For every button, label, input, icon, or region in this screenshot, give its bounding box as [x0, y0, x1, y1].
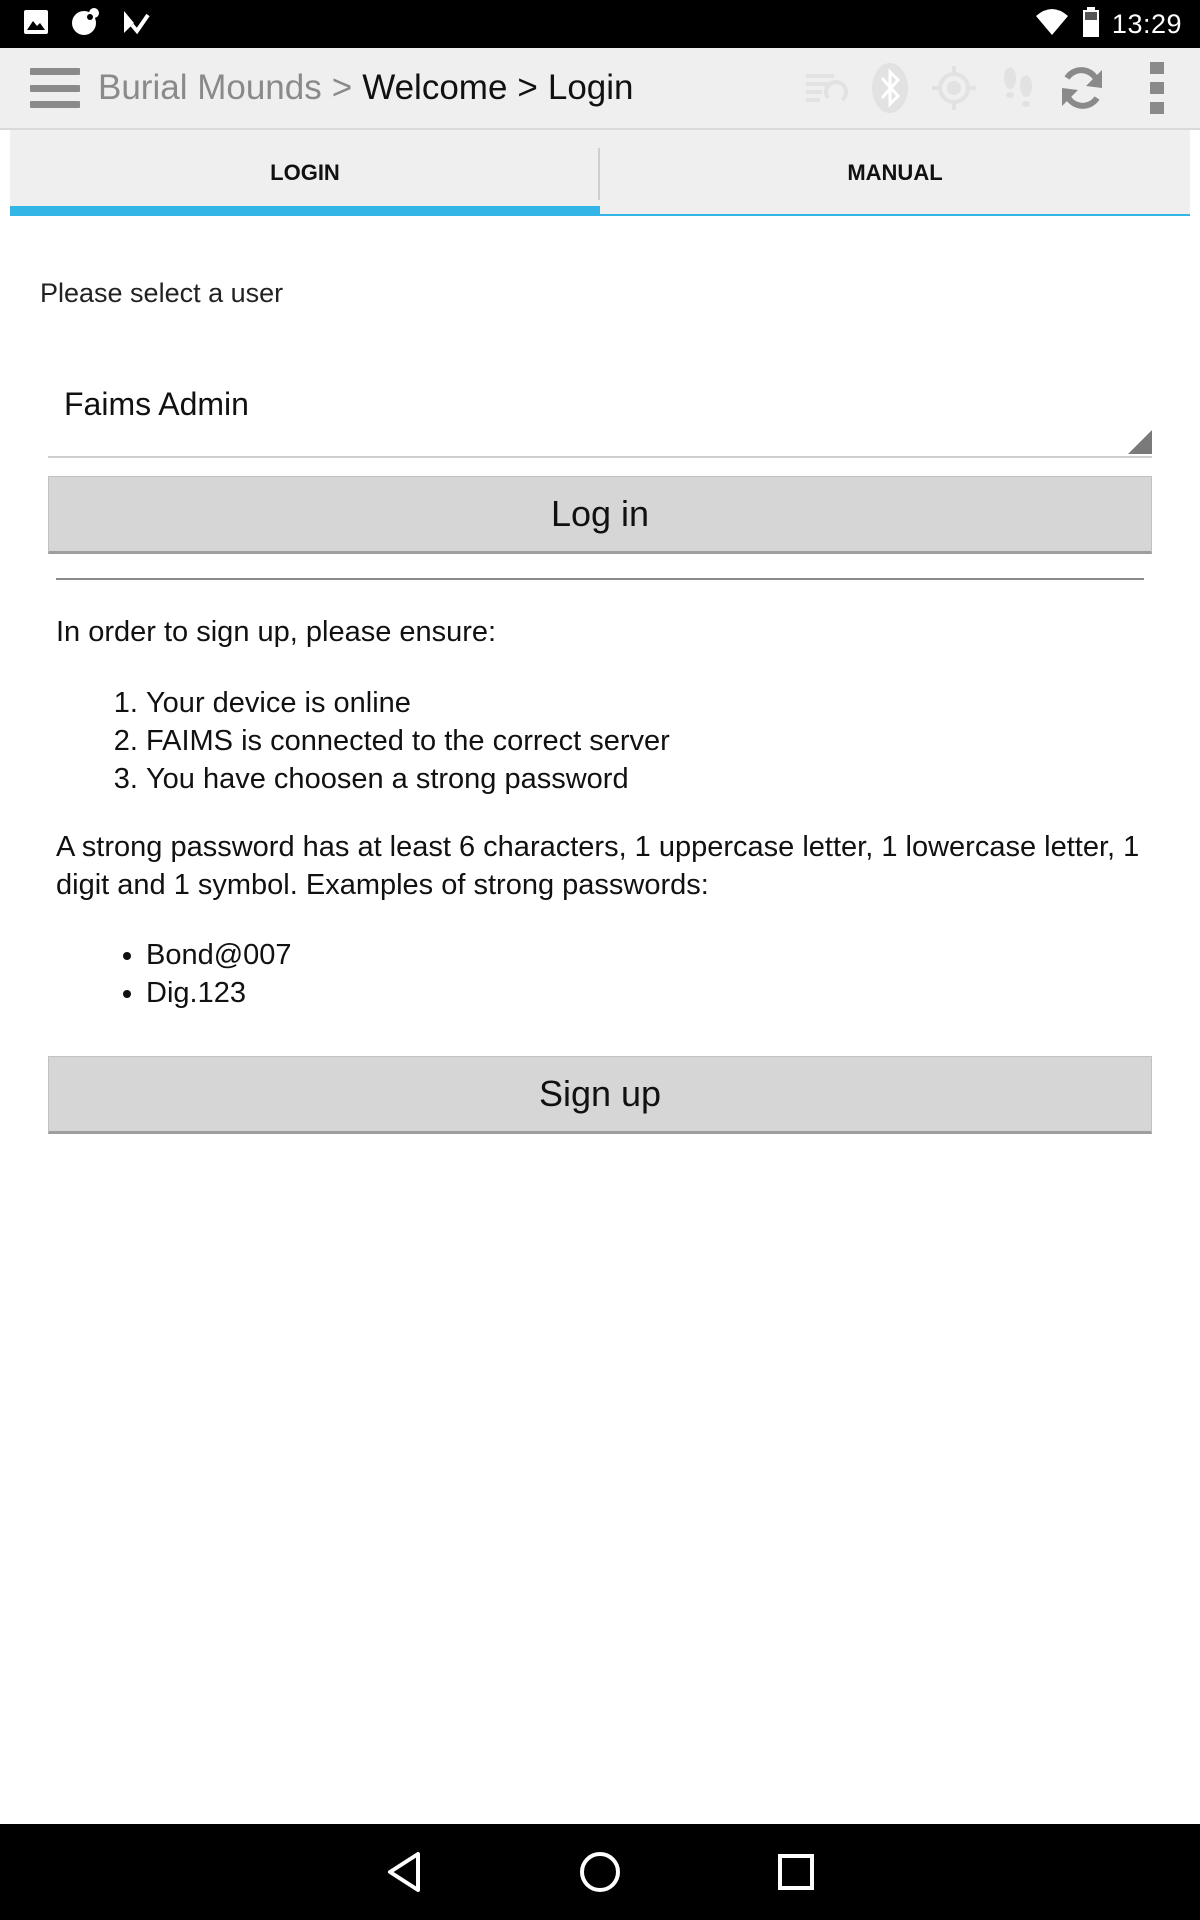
status-right: 13:29: [1034, 6, 1182, 42]
password-examples: Bond@007 Dig.123: [86, 936, 292, 1012]
breadcrumb-project[interactable]: Burial Mounds: [98, 68, 322, 108]
tab-login[interactable]: LOGIN: [10, 130, 600, 216]
breadcrumb-separator: >: [331, 68, 353, 107]
menu-icon[interactable]: [30, 68, 80, 108]
wifi-icon: [1034, 8, 1070, 41]
tab-manual[interactable]: MANUAL: [600, 130, 1190, 216]
login-button[interactable]: Log in: [48, 476, 1152, 554]
strong-password-text: A strong password has at least 6 charact…: [56, 831, 1140, 901]
gps-icon[interactable]: [922, 48, 986, 128]
home-icon[interactable]: [540, 1824, 660, 1920]
sync-icon[interactable]: [1050, 48, 1114, 128]
login-content: Please select a user Faims Admin Log in …: [10, 216, 1190, 1824]
list-item: Dig.123: [146, 974, 292, 1012]
tracker-icon[interactable]: [986, 48, 1050, 128]
signup-button[interactable]: Sign up: [48, 1056, 1152, 1134]
tab-bar: LOGIN MANUAL: [10, 130, 1190, 216]
tab-divider: [598, 148, 600, 200]
list-item: FAIMS is connected to the correct server: [146, 722, 670, 760]
bluetooth-icon[interactable]: [858, 48, 922, 128]
breadcrumb-current: Login: [547, 68, 634, 107]
overflow-menu-icon[interactable]: [1114, 48, 1200, 128]
selected-user: Faims Admin: [64, 386, 249, 422]
dropdown-arrow-icon: [1128, 430, 1152, 454]
image-icon: [22, 8, 50, 41]
status-time: 13:29: [1111, 8, 1182, 39]
breadcrumb-page: Welcome: [362, 68, 508, 107]
list-item: Your device is online: [146, 684, 670, 722]
status-bar: 13:29: [0, 0, 1200, 48]
battery-icon: [1082, 6, 1100, 42]
sync-status-icon[interactable]: [794, 48, 858, 128]
user-select-spinner[interactable]: Faims Admin: [48, 366, 1152, 458]
list-item: You have choosen a strong password: [146, 760, 670, 798]
task-check-icon: [120, 7, 150, 42]
signup-intro: In order to sign up, please ensure:: [56, 616, 497, 648]
list-item: Bond@007: [146, 936, 292, 974]
back-icon[interactable]: [344, 1824, 464, 1920]
status-left-icons: [22, 7, 150, 42]
action-bar-icons: [794, 48, 1200, 128]
divider: [56, 578, 1144, 580]
breadcrumb: Burial Mounds > Welcome > Login: [98, 68, 634, 108]
select-user-label: Please select a user: [40, 278, 284, 308]
recents-icon[interactable]: [736, 1824, 856, 1920]
signup-steps: Your device is online FAIMS is connected…: [86, 684, 670, 798]
breadcrumb-separator: >: [517, 68, 538, 107]
notification-app-icon: [70, 7, 100, 42]
action-bar: Burial Mounds > Welcome > Login: [0, 48, 1200, 130]
navigation-bar: [0, 1824, 1200, 1920]
